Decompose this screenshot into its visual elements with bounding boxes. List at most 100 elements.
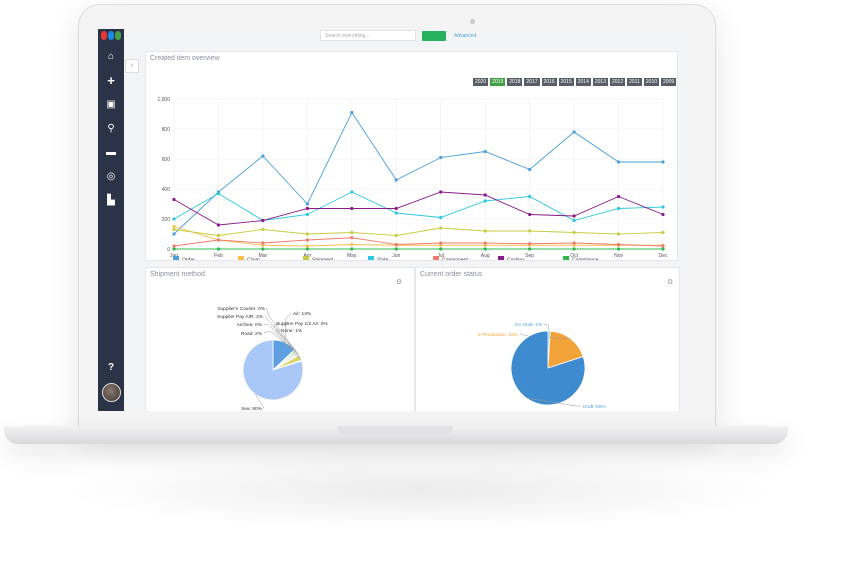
home-icon[interactable]: ⌂ — [98, 51, 124, 63]
data-point-shipment[interactable] — [528, 229, 532, 233]
data-point-style[interactable] — [661, 205, 665, 209]
data-point-costing[interactable] — [261, 218, 265, 223]
data-point-compliance[interactable] — [172, 247, 176, 251]
data-point-component[interactable] — [572, 241, 576, 245]
report-icon[interactable]: ▣ — [98, 99, 124, 111]
data-point-claim[interactable] — [172, 224, 176, 229]
data-point-compliance[interactable] — [261, 247, 265, 251]
legend-label[interactable]: Order — [182, 258, 195, 261]
legend-label[interactable]: Shipment — [312, 258, 334, 261]
data-point-shipment[interactable] — [394, 233, 398, 238]
data-point-claim[interactable] — [305, 244, 309, 248]
data-point-order[interactable] — [572, 130, 576, 134]
data-point-shipment[interactable] — [661, 230, 665, 235]
legend-label[interactable]: Costing — [507, 258, 524, 261]
plus-icon[interactable]: + — [98, 74, 124, 87]
data-point-compliance[interactable] — [350, 247, 354, 251]
data-point-costing[interactable] — [305, 206, 309, 211]
data-point-compliance[interactable] — [216, 247, 221, 251]
data-point-style[interactable] — [172, 217, 176, 221]
data-point-compliance[interactable] — [439, 247, 443, 251]
data-point-costing[interactable] — [350, 206, 354, 211]
data-point-order[interactable] — [350, 110, 354, 115]
data-point-order[interactable] — [394, 178, 398, 182]
legend-swatch[interactable] — [563, 256, 569, 260]
help-icon[interactable]: ? — [98, 362, 124, 374]
legend-swatch[interactable] — [498, 256, 504, 260]
data-point-style[interactable] — [394, 211, 398, 215]
legend-swatch[interactable] — [303, 256, 309, 260]
data-point-component[interactable] — [483, 241, 487, 245]
data-point-style[interactable] — [616, 206, 621, 211]
data-point-order[interactable] — [172, 232, 176, 236]
legend-swatch[interactable] — [368, 256, 374, 260]
avatar[interactable] — [102, 383, 121, 402]
data-point-shipment[interactable] — [172, 227, 176, 232]
collapse-sidebar-button[interactable]: › — [125, 59, 139, 73]
data-point-style[interactable] — [305, 212, 309, 217]
data-point-style[interactable] — [572, 218, 576, 223]
app-logo[interactable] — [100, 31, 122, 41]
data-point-component[interactable] — [350, 236, 354, 240]
data-point-order[interactable] — [305, 202, 309, 206]
data-point-component[interactable] — [528, 242, 532, 246]
data-point-shipment[interactable] — [572, 230, 576, 235]
data-point-costing[interactable] — [661, 212, 665, 217]
target-icon[interactable]: ◎ — [98, 171, 124, 183]
data-point-order[interactable] — [261, 154, 265, 158]
advanced-search-link[interactable]: Advanced — [454, 33, 476, 39]
data-point-shipment[interactable] — [261, 227, 265, 232]
data-point-shipment[interactable] — [305, 232, 309, 236]
data-point-shipment[interactable] — [350, 230, 354, 235]
data-point-costing[interactable] — [528, 212, 532, 217]
data-point-compliance[interactable] — [616, 247, 621, 251]
data-point-costing[interactable] — [394, 206, 398, 211]
data-point-order[interactable] — [661, 160, 665, 164]
data-point-style[interactable] — [483, 199, 487, 203]
data-point-component[interactable] — [216, 238, 221, 242]
data-point-style[interactable] — [350, 190, 354, 194]
data-point-shipment[interactable] — [216, 233, 221, 238]
folder-icon[interactable]: ▬ — [98, 147, 124, 159]
data-point-component[interactable] — [305, 238, 309, 242]
data-point-style[interactable] — [216, 191, 221, 196]
data-point-compliance[interactable] — [661, 247, 665, 251]
data-point-component[interactable] — [661, 244, 665, 248]
legend-label[interactable]: Compliance — [572, 258, 599, 261]
data-point-component[interactable] — [616, 242, 621, 247]
data-point-costing[interactable] — [216, 223, 221, 227]
data-point-compliance[interactable] — [572, 247, 576, 251]
data-point-shipment[interactable] — [483, 229, 487, 233]
legend-swatch[interactable] — [173, 256, 179, 260]
data-point-component[interactable] — [439, 241, 443, 245]
legend-swatch[interactable] — [238, 256, 244, 260]
data-point-component[interactable] — [261, 241, 265, 245]
data-point-shipment[interactable] — [439, 226, 443, 230]
data-point-order[interactable] — [528, 167, 532, 172]
search-input[interactable]: Search everything... — [320, 30, 416, 41]
data-point-costing[interactable] — [483, 193, 487, 197]
data-point-compliance[interactable] — [394, 247, 398, 251]
factory-icon[interactable]: ▙ — [98, 195, 124, 207]
legend-label[interactable]: Component — [442, 258, 468, 261]
data-point-shipment[interactable] — [616, 232, 621, 236]
data-point-compliance[interactable] — [483, 247, 487, 251]
data-point-component[interactable] — [172, 244, 176, 248]
data-point-compliance[interactable] — [305, 247, 309, 251]
data-point-style[interactable] — [528, 194, 532, 199]
data-point-claim[interactable] — [350, 242, 354, 247]
search-button[interactable] — [422, 31, 446, 41]
data-point-order[interactable] — [616, 160, 621, 164]
data-point-component[interactable] — [394, 242, 398, 247]
data-point-costing[interactable] — [439, 190, 443, 194]
data-point-compliance[interactable] — [528, 247, 532, 251]
search-icon[interactable]: ⚲ — [98, 123, 124, 135]
data-point-costing[interactable] — [616, 194, 621, 199]
data-point-style[interactable] — [439, 215, 443, 220]
data-point-costing[interactable] — [172, 197, 176, 202]
legend-label[interactable]: Claim — [247, 258, 260, 261]
legend-label[interactable]: Style — [377, 258, 388, 261]
data-point-order[interactable] — [483, 149, 487, 154]
data-point-order[interactable] — [439, 155, 443, 160]
legend-swatch[interactable] — [433, 256, 439, 260]
